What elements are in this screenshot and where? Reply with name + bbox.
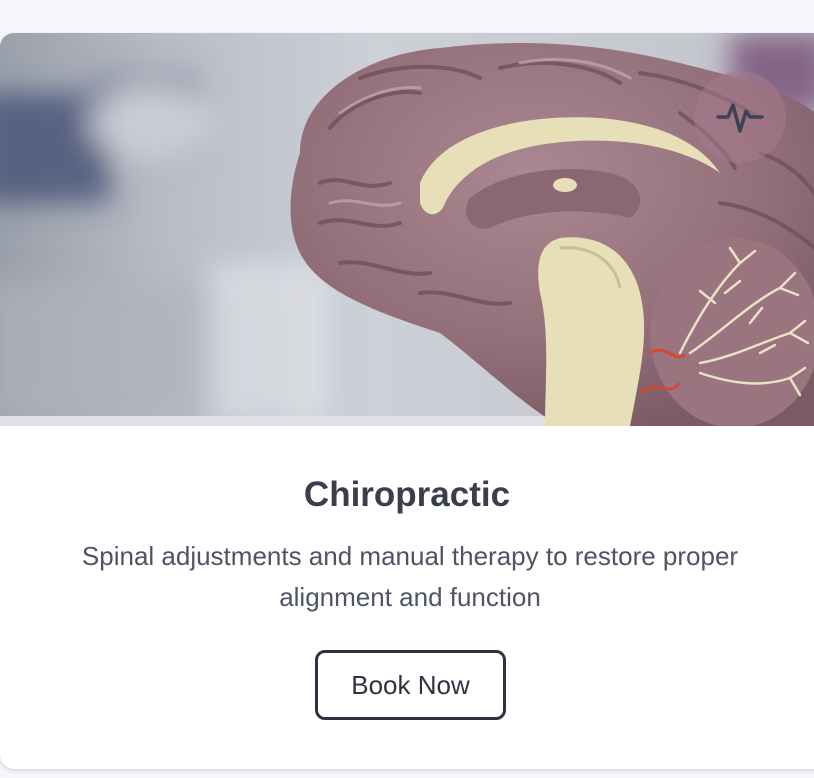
- pulse-icon: [716, 103, 764, 133]
- brain-model-image: [0, 33, 814, 426]
- service-card: Chiropractic Spinal adjustments and manu…: [0, 33, 814, 769]
- service-title: Chiropractic: [303, 475, 511, 514]
- book-now-button[interactable]: Book Now: [315, 650, 506, 720]
- pulse-icon-badge: [694, 71, 786, 163]
- service-description: Spinal adjustments and manual therapy to…: [81, 541, 739, 612]
